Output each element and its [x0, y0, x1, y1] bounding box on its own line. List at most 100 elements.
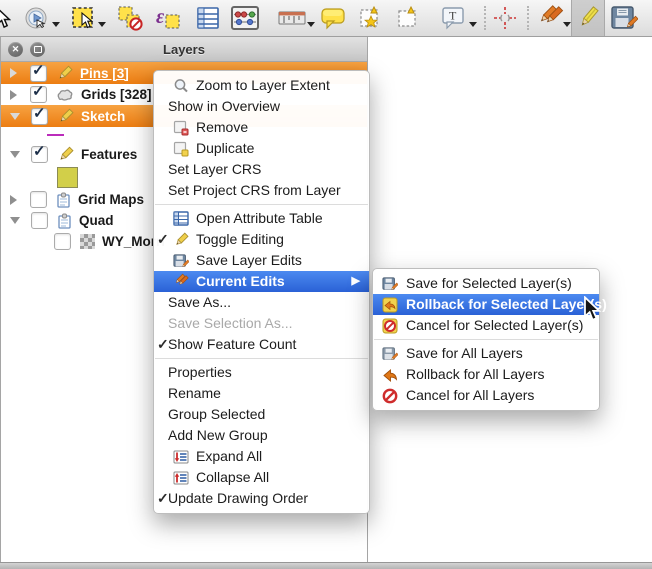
menu-item-set-layer-crs[interactable]: Set Layer CRS [154, 159, 369, 180]
check-icon: ✓ [157, 488, 169, 509]
menu-item-properties[interactable]: Properties [154, 362, 369, 383]
layer-label: Pins [3] [80, 66, 129, 81]
menu-item-group-selected[interactable]: Group Selected [154, 404, 369, 425]
select-features-icon[interactable] [70, 4, 96, 32]
editing-pencil-icon [56, 65, 73, 82]
save-layer-edits-icon[interactable] [610, 4, 638, 32]
menu-item-add-new-group[interactable]: Add New Group [154, 425, 369, 446]
open-attribute-table-icon[interactable] [196, 4, 220, 32]
submenu-item-save-all[interactable]: Save for All Layers [373, 343, 599, 364]
collapse-all-icon [172, 469, 189, 486]
cancel-all-icon [381, 387, 398, 404]
polygon-layer-icon [56, 88, 74, 102]
fill-symbol-swatch [57, 167, 78, 188]
new-bookmark-icon[interactable] [358, 4, 384, 32]
submenu-item-cancel-all[interactable]: Cancel for All Layers [373, 385, 599, 406]
dropdown-caret-icon[interactable] [307, 22, 315, 27]
editing-pencil-icon [57, 146, 74, 163]
layer-label: Sketch [81, 109, 125, 124]
float-panel-icon[interactable] [30, 42, 45, 57]
svg-text:T: T [449, 9, 457, 23]
layer-checkbox[interactable] [54, 233, 71, 250]
cursor-partial-icon[interactable] [0, 4, 11, 32]
layer-checkbox[interactable]: ✓ [31, 108, 48, 125]
layer-checkbox[interactable]: ✓ [31, 146, 48, 163]
layer-label: Grids [328] [81, 87, 152, 102]
duplicate-layer-icon [172, 140, 189, 157]
remove-layer-icon [172, 119, 189, 136]
menu-item-set-project-crs[interactable]: Set Project CRS from Layer [154, 180, 369, 201]
show-bookmarks-icon[interactable] [396, 4, 420, 32]
zoom-to-layer-icon [172, 77, 189, 94]
menu-item-save-as[interactable]: Save As... [154, 292, 369, 313]
group-checkbox[interactable] [31, 212, 48, 229]
menu-item-show-feature-count[interactable]: ✓ Show Feature Count [154, 334, 369, 355]
collapse-arrow-icon[interactable] [10, 217, 20, 224]
text-annotation-icon[interactable]: T [440, 4, 468, 32]
layer-group-icon [56, 192, 71, 208]
cancel-icon [381, 317, 398, 334]
panel-title: Layers [1, 42, 367, 57]
pencil-icon [172, 231, 189, 248]
submenu-item-rollback-all[interactable]: Rollback for All Layers [373, 364, 599, 385]
line-symbol-swatch [47, 134, 64, 136]
digitizing-pencils-icon[interactable] [534, 4, 564, 32]
menu-item-show-in-overview[interactable]: Show in Overview [154, 96, 369, 117]
dropdown-caret-icon[interactable] [98, 22, 106, 27]
layer-group-icon [57, 213, 72, 229]
collapse-arrow-icon[interactable] [10, 151, 20, 158]
close-panel-icon[interactable]: ✕ [8, 42, 23, 57]
map-tips-icon[interactable] [320, 4, 346, 32]
editing-pencil-icon [57, 108, 74, 125]
menu-item-current-edits[interactable]: Current Edits ▶ [154, 271, 369, 292]
save-edits-icon [381, 275, 398, 292]
layers-panel-header: ✕ Layers [1, 37, 367, 62]
collapse-arrow-icon[interactable] [10, 113, 20, 120]
rollback-icon [381, 296, 398, 313]
menu-separator [155, 358, 368, 359]
pencils-icon [172, 273, 189, 290]
layer-checkbox[interactable]: ✓ [30, 86, 47, 103]
menu-separator [155, 204, 368, 205]
menu-item-expand-all[interactable]: Expand All [154, 446, 369, 467]
group-checkbox[interactable] [30, 191, 47, 208]
layer-context-menu: Zoom to Layer Extent Show in Overview Re… [153, 70, 370, 514]
menu-separator [374, 339, 598, 340]
statistical-summary-icon[interactable] [230, 4, 260, 32]
bottom-panel-edge [0, 562, 652, 569]
group-label: Quad [79, 213, 114, 228]
menu-item-remove[interactable]: Remove [154, 117, 369, 138]
snapping-crosshair-icon[interactable] [492, 4, 518, 32]
check-icon: ✓ [157, 229, 169, 250]
group-label: Grid Maps [78, 192, 144, 207]
select-by-expression-icon[interactable]: ε [154, 4, 182, 32]
expand-arrow-icon[interactable] [10, 68, 17, 78]
menu-item-zoom-to-layer-extent[interactable]: Zoom to Layer Extent [154, 75, 369, 96]
menu-item-update-drawing-order[interactable]: ✓ Update Drawing Order [154, 488, 369, 509]
menu-item-rename[interactable]: Rename [154, 383, 369, 404]
submenu-item-save-selected[interactable]: Save for Selected Layer(s) [373, 273, 599, 294]
toolbar-separator [484, 6, 486, 30]
run-feature-action-icon[interactable] [22, 4, 50, 32]
dropdown-caret-icon[interactable] [469, 22, 477, 27]
dropdown-caret-icon[interactable] [563, 22, 571, 27]
menu-item-duplicate[interactable]: Duplicate [154, 138, 369, 159]
expand-arrow-icon[interactable] [10, 90, 17, 100]
expand-arrow-icon[interactable] [10, 195, 17, 205]
submenu-item-rollback-selected[interactable]: Rollback for Selected Layer(s) [373, 294, 599, 315]
mouse-cursor [583, 296, 602, 322]
layer-checkbox[interactable]: ✓ [30, 65, 47, 82]
measure-icon[interactable] [278, 4, 306, 32]
svg-text:ε: ε [156, 6, 165, 28]
menu-item-toggle-editing[interactable]: ✓ Toggle Editing [154, 229, 369, 250]
toggle-editing-icon[interactable] [576, 4, 600, 32]
current-edits-submenu: Save for Selected Layer(s) Rollback for … [372, 268, 600, 411]
toolbar: ε [0, 0, 652, 37]
menu-item-open-attribute-table[interactable]: Open Attribute Table [154, 208, 369, 229]
menu-item-collapse-all[interactable]: Collapse All [154, 467, 369, 488]
dropdown-caret-icon[interactable] [52, 22, 60, 27]
rollback-all-icon [381, 366, 398, 383]
submenu-item-cancel-selected[interactable]: Cancel for Selected Layer(s) [373, 315, 599, 336]
deselect-features-icon[interactable] [116, 4, 144, 32]
menu-item-save-layer-edits[interactable]: Save Layer Edits [154, 250, 369, 271]
